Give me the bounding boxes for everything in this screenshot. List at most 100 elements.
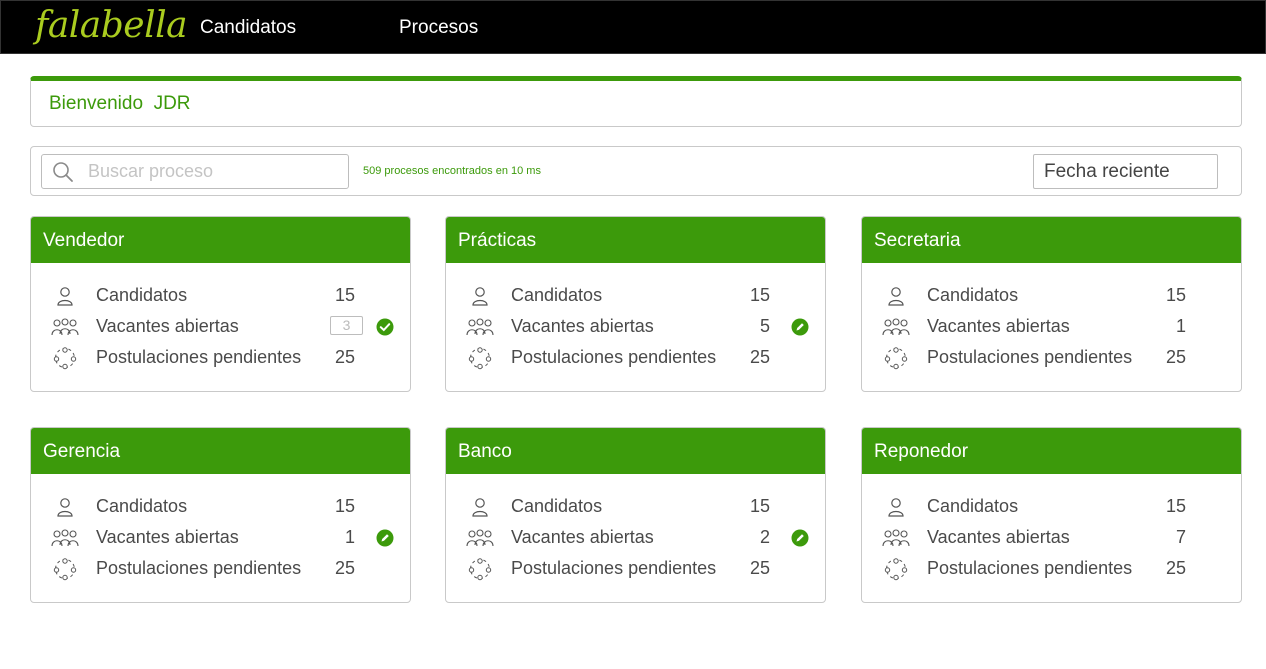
stat-row-vacantes: Vacantes abiertas 5: [446, 313, 825, 341]
stat-label: Vacantes abiertas: [511, 527, 654, 547]
stat-value[interactable]: 1: [345, 527, 355, 548]
search-panel: 509 procesos encontrados en 10 ms Fecha …: [30, 146, 1242, 196]
person-icon: [888, 498, 904, 517]
stat-label: Postulaciones pendientes: [96, 558, 302, 578]
stat-label: Candidatos: [927, 285, 1019, 305]
stat-value: 25: [1165, 347, 1186, 367]
process-card-3[interactable]: Gerencia Candidatos 15 Vacantes abiertas: [30, 427, 411, 603]
stat-label: Vacantes abiertas: [927, 527, 1070, 547]
nav-procesos[interactable]: Procesos: [399, 17, 478, 39]
search-result-count: 509 procesos encontrados en 10 ms: [363, 165, 541, 177]
stat-value[interactable]: 2: [760, 527, 770, 548]
person-icon: [888, 287, 904, 306]
stat-row-vacantes: Vacantes abiertas 1: [31, 524, 410, 552]
stat-row-postulaciones: Postulaciones pendientes 25: [446, 555, 825, 583]
stat-row-candidatos: Candidatos 15: [31, 493, 410, 521]
stat-value[interactable]: 5: [760, 316, 770, 337]
stat-label: Vacantes abiertas: [96, 527, 239, 547]
stat-label: Postulaciones pendientes: [96, 347, 302, 367]
process-card-title[interactable]: Reponedor: [862, 428, 1241, 474]
group-icon: [51, 318, 79, 336]
process-card-body: Candidatos 15 Vacantes abiertas 3 Postul…: [31, 263, 410, 391]
stat-label: Candidatos: [96, 496, 188, 516]
stat-value: 25: [749, 347, 770, 367]
stat-value: 25: [1165, 558, 1186, 578]
group-icon: [882, 318, 910, 336]
network-users-icon: [468, 558, 492, 581]
process-card-title[interactable]: Secretaria: [862, 217, 1241, 263]
edit-icon[interactable]: [376, 529, 394, 547]
stat-row-vacantes: Vacantes abiertas 1: [862, 313, 1241, 341]
stat-row-candidatos: Candidatos 15: [862, 493, 1241, 521]
stat-value: 15: [749, 285, 770, 305]
process-card-body: Candidatos 15 Vacantes abiertas 5 Postul…: [446, 263, 825, 391]
stat-value: 15: [1165, 496, 1186, 516]
process-card-1[interactable]: Prácticas Candidatos 15 Vacantes abierta…: [445, 216, 826, 392]
group-icon: [882, 529, 910, 547]
edit-icon[interactable]: [791, 318, 809, 336]
person-icon: [57, 498, 73, 517]
stat-row-candidatos: Candidatos 15: [31, 282, 410, 310]
edit-icon[interactable]: [791, 529, 809, 547]
search-box[interactable]: [41, 154, 349, 189]
stat-value: 25: [749, 558, 770, 578]
group-icon: [466, 529, 494, 547]
process-card-title[interactable]: Prácticas: [446, 217, 825, 263]
process-card-4[interactable]: Banco Candidatos 15 Vacantes abiertas 2: [445, 427, 826, 603]
group-icon: [51, 529, 79, 547]
stat-label: Candidatos: [511, 285, 603, 305]
stat-row-vacantes: Vacantes abiertas 7: [862, 524, 1241, 552]
process-card-5[interactable]: Reponedor Candidatos 15 Vacantes abierta…: [861, 427, 1242, 603]
person-icon: [472, 287, 488, 306]
stat-value[interactable]: 3: [330, 316, 363, 335]
stat-row-candidatos: Candidatos 15: [446, 493, 825, 521]
stat-row-postulaciones: Postulaciones pendientes 25: [446, 344, 825, 372]
network-users-icon: [884, 558, 908, 581]
stat-value: 25: [334, 347, 355, 367]
person-icon: [472, 498, 488, 517]
stat-row-vacantes: Vacantes abiertas 2: [446, 524, 825, 552]
stat-label: Candidatos: [927, 496, 1019, 516]
stat-row-postulaciones: Postulaciones pendientes 25: [862, 555, 1241, 583]
network-users-icon: [468, 347, 492, 370]
stat-value: 25: [334, 558, 355, 578]
stat-value: 15: [334, 285, 355, 305]
process-card-body: Candidatos 15 Vacantes abiertas 1 Postul…: [31, 474, 410, 602]
stat-row-vacantes: Vacantes abiertas 3: [31, 313, 410, 341]
stat-row-postulaciones: Postulaciones pendientes 25: [31, 555, 410, 583]
stat-label: Postulaciones pendientes: [511, 558, 717, 578]
stat-row-candidatos: Candidatos 15: [862, 282, 1241, 310]
search-icon: [53, 162, 73, 182]
group-icon: [466, 318, 494, 336]
stat-value[interactable]: 1: [1176, 316, 1186, 337]
process-card-body: Candidatos 15 Vacantes abiertas 2 Postul…: [446, 474, 825, 602]
check-icon[interactable]: [376, 318, 394, 336]
stat-row-postulaciones: Postulaciones pendientes 25: [31, 344, 410, 372]
process-card-body: Candidatos 15 Vacantes abiertas 1 Postul…: [862, 263, 1241, 391]
sort-select[interactable]: Fecha reciente: [1033, 154, 1218, 189]
welcome-message: Bienvenido JDR: [49, 93, 191, 114]
stat-label: Postulaciones pendientes: [927, 347, 1133, 367]
process-card-title[interactable]: Gerencia: [31, 428, 410, 474]
process-card-title[interactable]: Vendedor: [31, 217, 410, 263]
process-card-2[interactable]: Secretaria Candidatos 15 Vacantes abiert…: [861, 216, 1242, 392]
stat-label: Postulaciones pendientes: [511, 347, 717, 367]
network-users-icon: [53, 558, 77, 581]
process-card-title[interactable]: Banco: [446, 428, 825, 474]
stat-label: Vacantes abiertas: [927, 316, 1070, 336]
stat-value: 15: [334, 496, 355, 516]
stat-label: Candidatos: [511, 496, 603, 516]
search-input[interactable]: [88, 159, 338, 184]
stat-row-candidatos: Candidatos 15: [446, 282, 825, 310]
person-icon: [57, 287, 73, 306]
stat-label: Candidatos: [96, 285, 188, 305]
stat-row-postulaciones: Postulaciones pendientes 25: [862, 344, 1241, 372]
stat-value: 15: [1165, 285, 1186, 305]
stat-value[interactable]: 7: [1176, 527, 1186, 548]
top-navigation-bar: falabella Candidatos Procesos: [0, 0, 1266, 54]
nav-candidatos[interactable]: Candidatos: [200, 17, 296, 39]
network-users-icon: [53, 347, 77, 370]
network-users-icon: [884, 347, 908, 370]
process-card-0[interactable]: Vendedor Candidatos 15 Vacantes abiertas: [30, 216, 411, 392]
falabella-logo[interactable]: falabella: [35, 3, 188, 49]
